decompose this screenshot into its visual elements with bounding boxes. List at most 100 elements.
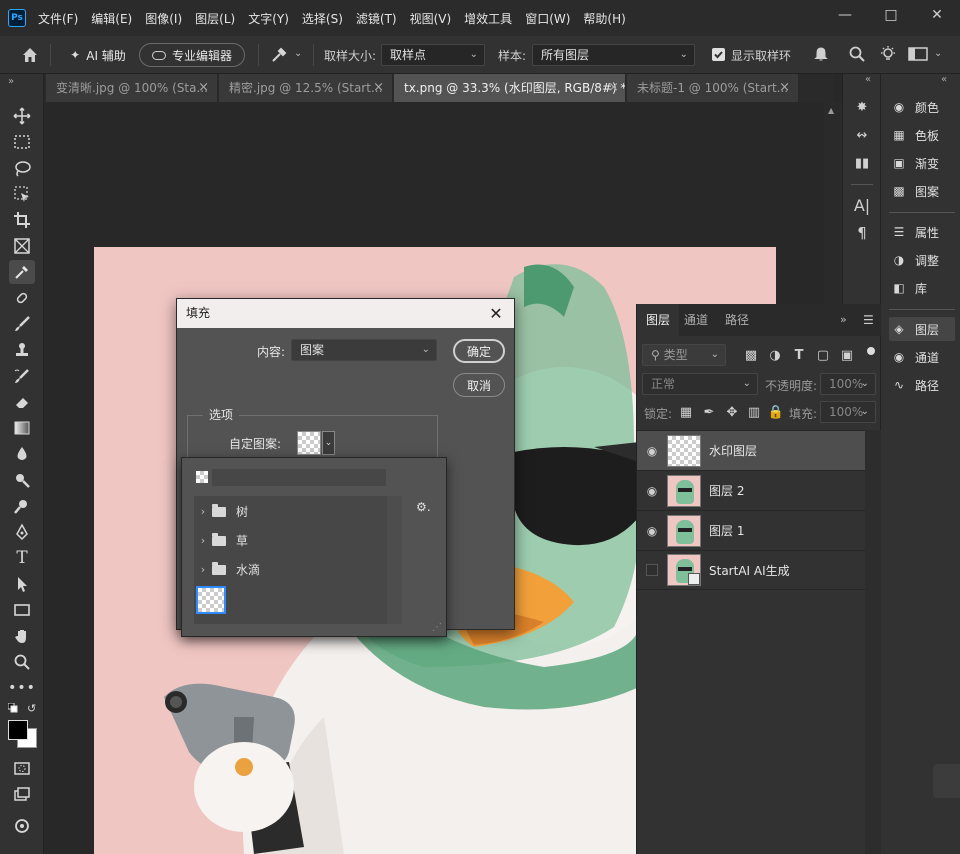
fill-input[interactable]: 100% ⌄ bbox=[820, 401, 876, 423]
home-icon[interactable] bbox=[20, 45, 40, 65]
chevron-down-icon[interactable]: ⌄ bbox=[294, 48, 302, 59]
panel-adjustments[interactable]: ◑ 调整 bbox=[889, 248, 955, 272]
swap-colors-icon[interactable]: ↺ bbox=[27, 702, 36, 715]
sample-select[interactable]: 所有图层 ⌄ bbox=[532, 44, 695, 66]
workspace-icon[interactable] bbox=[908, 46, 928, 62]
panel-channels[interactable]: ◉ 通道 bbox=[889, 345, 955, 369]
pattern-folder[interactable]: › 树 bbox=[194, 498, 386, 525]
panel-libraries[interactable]: ◧ 库 bbox=[889, 276, 955, 300]
tab-document-1[interactable]: 变清晰.jpg @ 100% (Sta... × bbox=[46, 74, 218, 102]
history-brush-tool-icon[interactable] bbox=[9, 364, 35, 388]
magic-icon[interactable]: ✸ bbox=[851, 96, 873, 118]
ai-assist-button[interactable]: ✦ AI 辅助 bbox=[62, 43, 134, 67]
panel-gradients[interactable]: ▣ 渐变 bbox=[889, 151, 955, 175]
close-icon[interactable]: × bbox=[198, 74, 209, 102]
panel-properties[interactable]: ☰ 属性 bbox=[889, 220, 955, 244]
filter-pixel-icon[interactable]: ▩ bbox=[740, 344, 762, 366]
menu-image[interactable]: 图像(I) bbox=[145, 10, 182, 27]
healing-brush-tool-icon[interactable] bbox=[9, 286, 35, 310]
close-icon[interactable]: × bbox=[373, 74, 384, 102]
filter-shape-icon[interactable]: ▢ bbox=[812, 344, 834, 366]
collapse-icon[interactable]: « bbox=[941, 74, 947, 85]
lock-transparent-icon[interactable]: ▦ bbox=[675, 401, 697, 423]
filter-smart-icon[interactable]: ▣ bbox=[836, 344, 858, 366]
more-tools-icon[interactable]: ••• bbox=[8, 676, 35, 700]
quick-mask-icon[interactable] bbox=[9, 756, 35, 780]
lock-artboard-icon[interactable]: ▥ bbox=[743, 401, 765, 423]
screen-mode-icon[interactable] bbox=[9, 782, 35, 806]
filter-type-icon[interactable]: T bbox=[788, 344, 810, 366]
tab-paths[interactable]: 路径 bbox=[716, 304, 758, 336]
chevron-down-icon[interactable]: ⌄ bbox=[322, 431, 335, 455]
content-select[interactable]: 图案 ⌄ bbox=[291, 339, 437, 361]
ok-button[interactable]: 确定 bbox=[453, 339, 505, 363]
filter-adjustment-icon[interactable]: ◑ bbox=[764, 344, 786, 366]
eye-icon[interactable]: ◉ bbox=[637, 524, 667, 538]
eye-icon[interactable]: ◉ bbox=[637, 444, 667, 458]
default-colors-icon[interactable] bbox=[8, 703, 18, 713]
zoom-tool-icon[interactable] bbox=[9, 650, 35, 674]
pattern-folder[interactable]: › 草 bbox=[194, 527, 386, 554]
menu-select[interactable]: 选择(S) bbox=[302, 10, 343, 27]
eye-icon[interactable]: ◉ bbox=[637, 484, 667, 498]
layer-row[interactable]: ◉ 图层 1 bbox=[637, 510, 865, 550]
menu-layer[interactable]: 图层(L) bbox=[195, 10, 235, 27]
lock-all-icon[interactable]: 🔒 bbox=[765, 401, 787, 423]
menu-plugins[interactable]: 增效工具 bbox=[464, 10, 512, 27]
menu-file[interactable]: 文件(F) bbox=[38, 10, 78, 27]
close-icon[interactable]: × bbox=[779, 74, 790, 102]
search-icon[interactable] bbox=[848, 45, 866, 63]
eraser-tool-icon[interactable] bbox=[9, 390, 35, 414]
paragraph-icon[interactable]: ¶ bbox=[851, 222, 873, 244]
panel-paths[interactable]: ∿ 路径 bbox=[889, 373, 955, 397]
maximize-button[interactable]: □ bbox=[868, 0, 914, 30]
pro-editor-button[interactable]: 专业编辑器 bbox=[139, 43, 245, 67]
selected-pattern-thumbnail[interactable] bbox=[196, 586, 226, 614]
scroll-up-icon[interactable]: ▲ bbox=[828, 106, 834, 115]
sample-size-select[interactable]: 取样点 ⌄ bbox=[381, 44, 485, 66]
move-tool-icon[interactable] bbox=[9, 104, 35, 128]
opacity-input[interactable]: 100% ⌄ bbox=[820, 373, 876, 395]
panel-swatches[interactable]: ▦ 色板 bbox=[889, 123, 955, 147]
layer-row[interactable]: ◉ 水印图层 bbox=[637, 430, 865, 470]
filter-toggle-icon[interactable] bbox=[867, 347, 875, 355]
marquee-tool-icon[interactable] bbox=[9, 130, 35, 154]
tab-channels[interactable]: 通道 bbox=[675, 304, 717, 336]
panel-color[interactable]: ◉ 颜色 bbox=[889, 95, 955, 119]
collapse-icon[interactable]: « bbox=[865, 74, 871, 85]
tab-layers[interactable]: 图层 bbox=[637, 304, 680, 336]
magnify-brush-tool-icon[interactable] bbox=[9, 494, 35, 518]
stamp-tool-icon[interactable] bbox=[9, 338, 35, 362]
type-tool-icon[interactable]: T bbox=[9, 546, 35, 570]
visibility-toggle[interactable] bbox=[637, 564, 667, 576]
pen-tool-icon[interactable] bbox=[9, 520, 35, 544]
eyedropper-tool-icon[interactable] bbox=[270, 46, 288, 64]
rectangle-tool-icon[interactable] bbox=[9, 598, 35, 622]
menu-edit[interactable]: 编辑(E) bbox=[91, 10, 132, 27]
tab-document-active[interactable]: tx.png @ 33.3% (水印图层, RGB/8#) * × bbox=[394, 74, 626, 102]
layers-scrollbar[interactable] bbox=[865, 430, 881, 854]
pattern-list-scrollbar[interactable] bbox=[387, 496, 402, 624]
layer-row[interactable]: ◉ 图层 2 bbox=[637, 470, 865, 510]
lightbulb-icon[interactable] bbox=[879, 45, 897, 63]
layer-row[interactable]: StartAI AI生成 bbox=[637, 550, 865, 590]
hand-tool-icon[interactable] bbox=[9, 624, 35, 648]
blend-mode-select[interactable]: 正常 ⌄ bbox=[642, 373, 758, 395]
tab-document-2[interactable]: 精密.jpg @ 12.5% (Start... × bbox=[219, 74, 393, 102]
show-ring-checkbox[interactable] bbox=[712, 48, 725, 61]
chevron-down-icon[interactable]: ⌄ bbox=[934, 48, 942, 59]
side-handle[interactable] bbox=[933, 764, 960, 798]
path-select-tool-icon[interactable] bbox=[9, 572, 35, 596]
bell-icon[interactable] bbox=[812, 45, 830, 63]
collapse-toolbar-icon[interactable]: » bbox=[8, 76, 14, 87]
resize-grip-icon[interactable]: ⋰ bbox=[432, 622, 442, 633]
minimize-button[interactable]: — bbox=[822, 0, 868, 30]
close-window-button[interactable]: ✕ bbox=[914, 0, 960, 30]
tab-document-4[interactable]: 未标题-1 @ 100% (Start... × bbox=[627, 74, 799, 102]
panel-menu-icon[interactable]: ☰ bbox=[863, 313, 874, 327]
close-icon[interactable]: ✕ bbox=[484, 301, 508, 325]
history-icon[interactable]: ↭ bbox=[851, 124, 873, 146]
menu-type[interactable]: 文字(Y) bbox=[248, 10, 289, 27]
pattern-folder[interactable]: › 水滴 bbox=[194, 556, 386, 583]
gear-icon[interactable]: ⚙․ bbox=[416, 500, 431, 514]
